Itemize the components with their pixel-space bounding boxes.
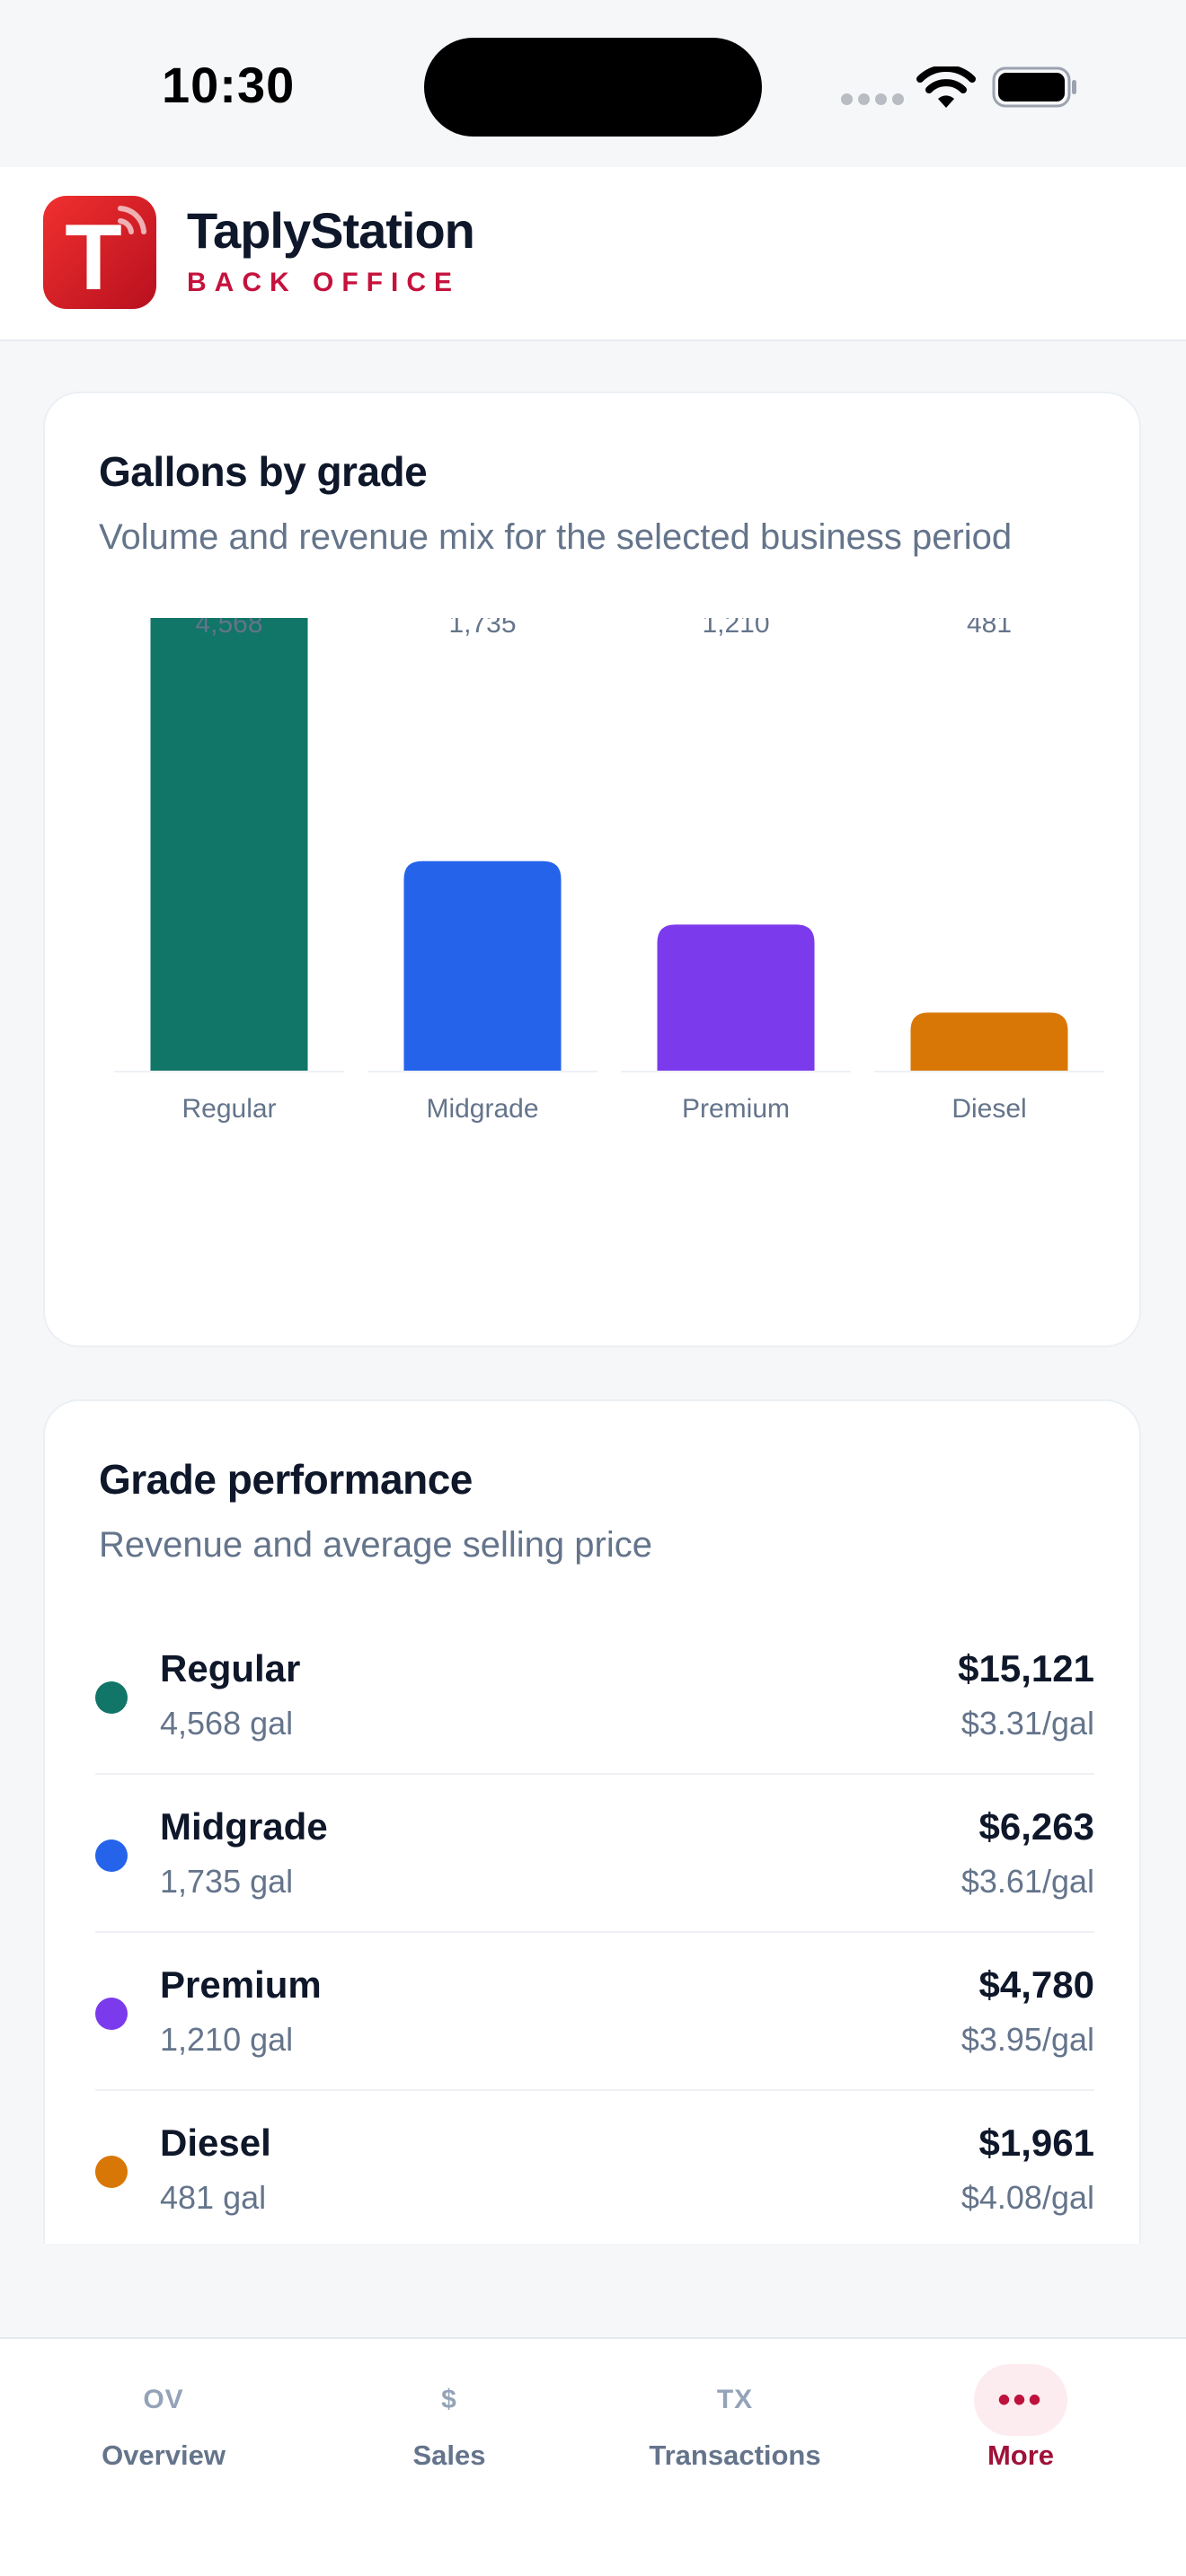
- grade-name: Diesel: [160, 2122, 271, 2164]
- tab-label: Transactions: [649, 2439, 821, 2471]
- performance-subtitle: Revenue and average selling price: [99, 1525, 652, 1565]
- chart-category-label: Premium: [682, 1094, 790, 1124]
- chart-category-label: Diesel: [951, 1094, 1026, 1124]
- bottom-tab-bar: OV Overview $ Sales TX Transactions ••• …: [0, 2337, 1186, 2576]
- transactions-icon: TX: [716, 2385, 754, 2414]
- grade-revenue: $15,121: [958, 1647, 1094, 1689]
- grade-name: Regular: [160, 1647, 301, 1689]
- wifi-icon: [916, 66, 976, 108]
- chart-subtitle: Volume and revenue mix for the selected …: [99, 517, 1013, 557]
- tab-more[interactable]: ••• More: [877, 2339, 1164, 2501]
- cellular-signal-icon: [841, 93, 904, 105]
- grade-revenue: $1,961: [978, 2122, 1094, 2164]
- grade-gallons: 1,735 gal: [160, 1863, 294, 1900]
- overview-icon: OV: [143, 2385, 184, 2414]
- performance-title: Grade performance: [99, 1456, 473, 1503]
- brand-subtitle: BACK OFFICE: [187, 268, 460, 297]
- grade-avg-price: $3.61/gal: [960, 1863, 1094, 1900]
- grade-row-regular[interactable]: Regular 4,568 gal $15,121 $3.31/gal: [95, 1617, 1094, 1775]
- brand-name: TaplyStation: [187, 202, 475, 259]
- grade-revenue: $6,263: [978, 1805, 1094, 1848]
- chart-value-label: 1,735: [448, 618, 516, 639]
- grade-avg-price: $4.08/gal: [960, 2179, 1094, 2216]
- tab-sales[interactable]: $ Sales: [305, 2339, 593, 2501]
- grade-gallons: 4,568 gal: [160, 1705, 294, 1742]
- grade-revenue: $4,780: [978, 1963, 1094, 2006]
- status-time: 10:30: [162, 57, 296, 113]
- grade-gallons: 1,210 gal: [160, 2021, 294, 2058]
- more-icon: •••: [974, 2364, 1067, 2436]
- grade-name: Premium: [160, 1963, 322, 2006]
- grade-color-dot-icon: [95, 1839, 128, 1872]
- grade-avg-price: $3.31/gal: [960, 1705, 1094, 1742]
- tab-overview[interactable]: OV Overview: [20, 2339, 307, 2501]
- chart-bar-diesel[interactable]: [910, 1012, 1068, 1071]
- app-header: T TaplyStation BACK OFFICE: [0, 167, 1186, 341]
- logo-letter: T: [65, 206, 122, 309]
- chart-category-label: Midgrade: [426, 1094, 538, 1124]
- grade-color-dot-icon: [95, 1681, 128, 1714]
- taply-logo-icon[interactable]: T: [43, 196, 156, 309]
- status-bar: 10:30: [0, 0, 1186, 167]
- chart-value-label: 4,568: [195, 618, 262, 639]
- chart-category-label: Regular: [181, 1094, 276, 1124]
- chart-value-label: 1,210: [702, 618, 769, 639]
- dynamic-island: [424, 38, 762, 137]
- grade-row-midgrade[interactable]: Midgrade 1,735 gal $6,263 $3.61/gal: [95, 1775, 1094, 1933]
- grade-name: Midgrade: [160, 1805, 328, 1848]
- gallons-bar-chart: 4,568 Regular 1,735 Midgrade 1,210 Premium 481…: [114, 618, 1104, 1124]
- grade-row-premium[interactable]: Premium 1,210 gal $4,780 $3.95/gal: [95, 1933, 1094, 2091]
- chart-bar-regular[interactable]: [150, 618, 308, 1071]
- sales-icon: $: [441, 2385, 457, 2414]
- tab-label: More: [987, 2439, 1055, 2471]
- grade-row-diesel[interactable]: Diesel 481 gal $1,961 $4.08/gal: [95, 2091, 1094, 2249]
- chart-title: Gallons by grade: [99, 448, 428, 495]
- gallons-by-grade-card: Gallons by grade Volume and revenue mix …: [43, 392, 1141, 1347]
- grade-avg-price: $3.95/gal: [960, 2021, 1094, 2058]
- battery-icon: [992, 66, 1076, 108]
- tab-label: Sales: [412, 2439, 486, 2471]
- chart-bar-midgrade[interactable]: [403, 860, 562, 1071]
- grade-performance-list: Regular 4,568 gal $15,121 $3.31/gal Midg…: [95, 1617, 1094, 2249]
- tab-transactions[interactable]: TX Transactions: [591, 2339, 879, 2501]
- tab-label: Overview: [102, 2439, 226, 2471]
- grade-gallons: 481 gal: [160, 2179, 267, 2216]
- grade-color-dot-icon: [95, 1998, 128, 2030]
- chart-bar-premium[interactable]: [657, 924, 815, 1071]
- chart-value-label: 481: [967, 618, 1012, 639]
- grade-color-dot-icon: [95, 2156, 128, 2188]
- grade-performance-card: Grade performance Revenue and average se…: [43, 1399, 1141, 2244]
